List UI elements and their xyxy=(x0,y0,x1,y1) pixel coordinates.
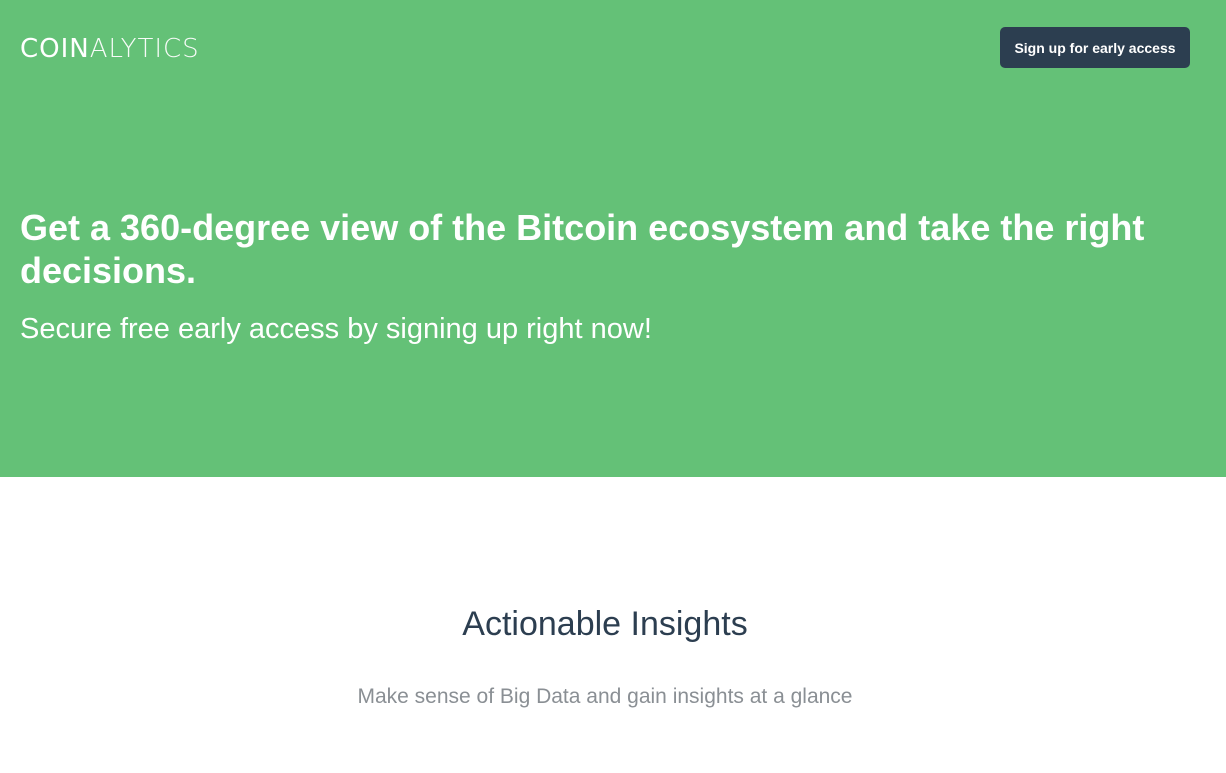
hero-subline: Secure free early access by signing up r… xyxy=(20,313,652,345)
signup-early-access-button[interactable]: Sign up for early access xyxy=(1000,27,1190,68)
coinalytics-logo[interactable]: COINALYTICS xyxy=(20,35,200,63)
section-subtitle: Make sense of Big Data and gain insights… xyxy=(357,685,853,708)
logo-bold-text: COIN xyxy=(20,34,90,64)
hero-section: COINALYTICS Sign up for early access Get… xyxy=(0,0,1226,477)
features-section: Actionable Insights Make sense of Big Da… xyxy=(0,477,1226,773)
logo-light-text: ALYTICS xyxy=(89,34,200,64)
hero-headline: Get a 360-degree view of the Bitcoin eco… xyxy=(20,207,1145,291)
section-title: Actionable Insights xyxy=(462,605,748,643)
